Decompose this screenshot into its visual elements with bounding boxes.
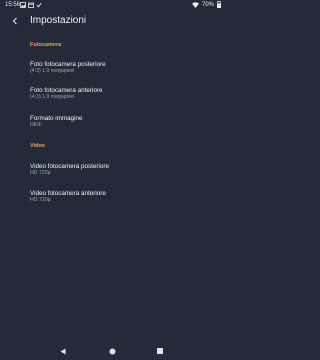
pref-summary: HD 720p — [30, 197, 51, 203]
home-circle-icon — [109, 348, 115, 354]
nav-recents-button[interactable] — [155, 346, 165, 356]
battery-percent: 70% — [201, 1, 214, 8]
pref-summary: HD 720p — [30, 170, 51, 176]
status-time: 15:56 — [5, 2, 21, 8]
pref-title: Video fotocamera anteriore — [30, 190, 106, 197]
back-button[interactable] — [8, 14, 22, 28]
status-bar: 15:56 70% — [0, 0, 225, 10]
status-system-icons: 70% — [191, 1, 221, 8]
wifi-icon — [191, 1, 199, 8]
calendar-icon — [28, 2, 34, 8]
recents-square-icon — [157, 348, 163, 354]
section-header-video: Video — [30, 143, 45, 149]
nav-home-button[interactable] — [107, 346, 117, 356]
pref-summary: HEIF — [30, 122, 42, 128]
pref-summary: (4:3) 1,9 megapixel — [30, 68, 75, 74]
pref-front-camera-video[interactable]: Video fotocamera anteriore HD 720p — [30, 190, 210, 204]
pref-title: Video fotocamera posteriore — [30, 163, 109, 170]
check-icon — [36, 2, 42, 8]
navigation-bar — [0, 340, 225, 360]
app-bar: Impostazioni — [0, 12, 225, 34]
pref-front-camera-photo[interactable]: Foto fotocamera anteriore (4:3) 1,9 mega… — [30, 87, 210, 101]
back-triangle-icon — [60, 348, 66, 354]
pref-rear-camera-video[interactable]: Video fotocamera posteriore HD 720p — [30, 163, 210, 177]
pref-title: Foto fotocamera anteriore — [30, 87, 103, 94]
page-title: Impostazioni — [30, 15, 87, 26]
pref-image-format[interactable]: Formato immagine HEIF — [30, 115, 210, 129]
status-notification-icons — [20, 2, 42, 8]
pref-title: Formato immagine — [30, 115, 83, 122]
pref-title: Foto fotocamera posteriore — [30, 61, 106, 68]
pref-summary: (4:3) 1,9 megapixel — [30, 94, 75, 100]
nav-back-button[interactable] — [58, 346, 68, 356]
section-header-fotocamera: Fotocamera — [30, 42, 62, 48]
photo-icon — [20, 2, 26, 8]
back-arrow-icon — [12, 17, 17, 25]
battery-icon — [217, 1, 221, 8]
pref-rear-camera-photo[interactable]: Foto fotocamera posteriore (4:3) 1,9 meg… — [30, 61, 210, 75]
